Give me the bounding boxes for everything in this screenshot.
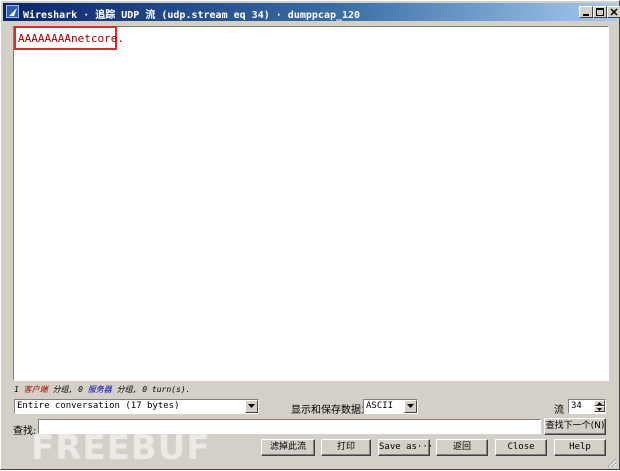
server-label: 服务器 <box>87 385 112 394</box>
format-select-value: ASCII <box>366 401 394 411</box>
conversation-select-value: Entire conversation (17 bytes) <box>17 401 180 411</box>
stream-label: 流 <box>554 405 564 416</box>
conversation-dropdown-button[interactable] <box>245 400 258 413</box>
chevron-down-icon <box>407 404 414 408</box>
find-next-button[interactable]: 查找下一个(N) <box>544 418 606 435</box>
format-select[interactable]: ASCII <box>363 399 418 414</box>
resize-grip-icon[interactable] <box>605 456 617 471</box>
client-label: 客户端 <box>23 385 48 394</box>
stream-summary: 1 客户端 分组, 0 服务器 分组, 0 turn(s). <box>14 384 190 395</box>
stream-decrement-button[interactable] <box>594 406 605 412</box>
close-icon <box>610 8 618 16</box>
maximize-button[interactable] <box>593 6 607 18</box>
window-title: Wireshark · 追踪 UDP 流 (udp.stream eq 34) … <box>23 10 361 21</box>
maximize-icon <box>596 8 604 16</box>
chevron-down-icon <box>597 408 602 411</box>
client-count: 1 <box>14 385 19 394</box>
conversation-select[interactable]: Entire conversation (17 bytes) <box>14 399 259 414</box>
stream-number-spinner[interactable]: 34 <box>568 399 606 414</box>
back-button[interactable]: 返回 <box>436 439 488 456</box>
wireshark-fin-icon <box>6 5 19 18</box>
minimize-icon <box>583 14 589 16</box>
server-packets-word: 分组, <box>116 385 138 394</box>
format-dropdown-button[interactable] <box>404 400 417 413</box>
chevron-down-icon <box>248 404 255 408</box>
follow-udp-stream-window: Wireshark · 追踪 UDP 流 (udp.stream eq 34) … <box>0 0 620 470</box>
stream-payload-text: AAAAAAAAnetcore. <box>18 32 124 45</box>
print-button[interactable]: 打印 <box>321 439 371 456</box>
stream-number-value: 34 <box>571 401 582 411</box>
turns-count: 0 turn(s). <box>142 385 191 394</box>
stream-content-area[interactable]: AAAAAAAAnetcore. <box>13 26 609 381</box>
close-window-button[interactable] <box>607 6 620 18</box>
save-as-button[interactable]: Save as··· <box>378 439 433 456</box>
title-bar[interactable]: Wireshark · 追踪 UDP 流 (udp.stream eq 34) … <box>3 3 620 21</box>
server-count: 0 <box>78 385 83 394</box>
help-button[interactable]: Help <box>554 439 606 456</box>
minimize-button[interactable] <box>579 6 593 18</box>
close-button[interactable]: Close <box>495 439 547 456</box>
chevron-up-icon <box>597 402 602 405</box>
filter-out-button[interactable]: 滤掉此流 <box>261 439 315 456</box>
freebuf-watermark: FREEBUF <box>31 428 211 468</box>
format-label: 显示和保存数据为 <box>291 405 371 416</box>
client-packets-word: 分组, <box>52 385 74 394</box>
